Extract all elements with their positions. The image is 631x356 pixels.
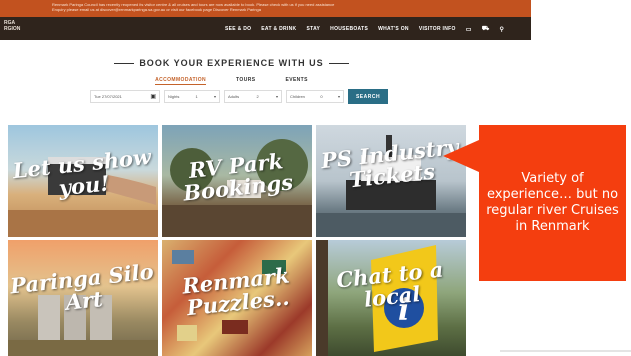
nav-houseboats[interactable]: HOUSEBOATS — [330, 26, 368, 32]
booking-tabs: ACCOMMODATION TOURS EVENTS — [0, 77, 463, 85]
annotation-callout: Variety of experience… but no regular ri… — [479, 125, 626, 281]
nav-stay[interactable]: STAY — [306, 26, 320, 32]
site-logo[interactable]: RGA RGION — [4, 20, 20, 32]
tile-chat-local[interactable]: i Chat to a local — [316, 240, 466, 356]
tab-accommodation[interactable]: ACCOMMODATION — [155, 77, 207, 85]
children-label: Children — [290, 94, 305, 99]
callout-text: Variety of experience… but no regular ri… — [486, 171, 619, 234]
nav-visitor-info[interactable]: VISITOR INFO — [419, 26, 456, 32]
search-button[interactable]: SEARCH — [348, 89, 388, 104]
date-value: Tue 27/07/2021 — [94, 94, 122, 99]
site-header: Renmark Paringa Council has recently reo… — [0, 0, 531, 40]
booking-title: BOOK YOUR EXPERIENCE WITH US — [139, 58, 324, 68]
nav-see-do[interactable]: SEE & DO — [225, 26, 251, 32]
adults-label: Adults — [228, 94, 240, 99]
tile-silo-art[interactable]: Paringa Silo Art — [8, 240, 158, 356]
children-value: 0 — [320, 94, 323, 99]
tab-events[interactable]: EVENTS — [285, 77, 307, 85]
chevron-down-icon: ▾ — [337, 94, 340, 99]
cart-icon[interactable]: ⛟ — [482, 25, 490, 33]
booking-form: Tue 27/07/2021 ▣ Nights 1 ▾ Adults 2 ▾ C… — [90, 89, 388, 104]
tab-tours[interactable]: TOURS — [236, 77, 255, 85]
nights-label: Nights — [168, 94, 180, 99]
notice-banner: Renmark Paringa Council has recently reo… — [0, 0, 531, 17]
calendar-icon: ▣ — [150, 94, 156, 100]
children-select[interactable]: Children 0 ▾ — [286, 90, 344, 103]
search-icon[interactable]: ⚲ — [500, 26, 505, 33]
adults-select[interactable]: Adults 2 ▾ — [224, 90, 282, 103]
date-field[interactable]: Tue 27/07/2021 ▣ — [90, 90, 160, 103]
right-margin — [531, 0, 631, 120]
booking-heading: BOOK YOUR EXPERIENCE WITH US — [0, 58, 463, 68]
calendar-icon[interactable]: ▭ — [466, 26, 472, 33]
divider — [500, 350, 631, 352]
nights-value: 1 — [195, 94, 198, 99]
tile-puzzles[interactable]: Renmark Puzzles.. — [162, 240, 312, 356]
nights-select[interactable]: Nights 1 ▾ — [164, 90, 220, 103]
adults-value: 2 — [256, 94, 259, 99]
nav-eat-drink[interactable]: EAT & DRINK — [261, 26, 296, 32]
chevron-down-icon: ▾ — [213, 94, 216, 99]
chevron-down-icon: ▾ — [275, 94, 278, 99]
nav-whats-on[interactable]: WHAT'S ON — [378, 26, 409, 32]
main-nav: SEE & DO EAT & DRINK STAY HOUSEBOATS WHA… — [225, 25, 504, 33]
callout-arrow — [443, 140, 479, 172]
logo-line-2: RGION — [4, 26, 21, 32]
tile-show-you[interactable]: Let us show you! — [8, 125, 158, 237]
heading-rule-left — [114, 63, 135, 65]
notice-line-2: Enquiry please email us at discover@renm… — [52, 7, 261, 12]
tile-rv-park[interactable]: RV Park Bookings — [162, 125, 312, 237]
heading-rule-right — [328, 63, 349, 65]
